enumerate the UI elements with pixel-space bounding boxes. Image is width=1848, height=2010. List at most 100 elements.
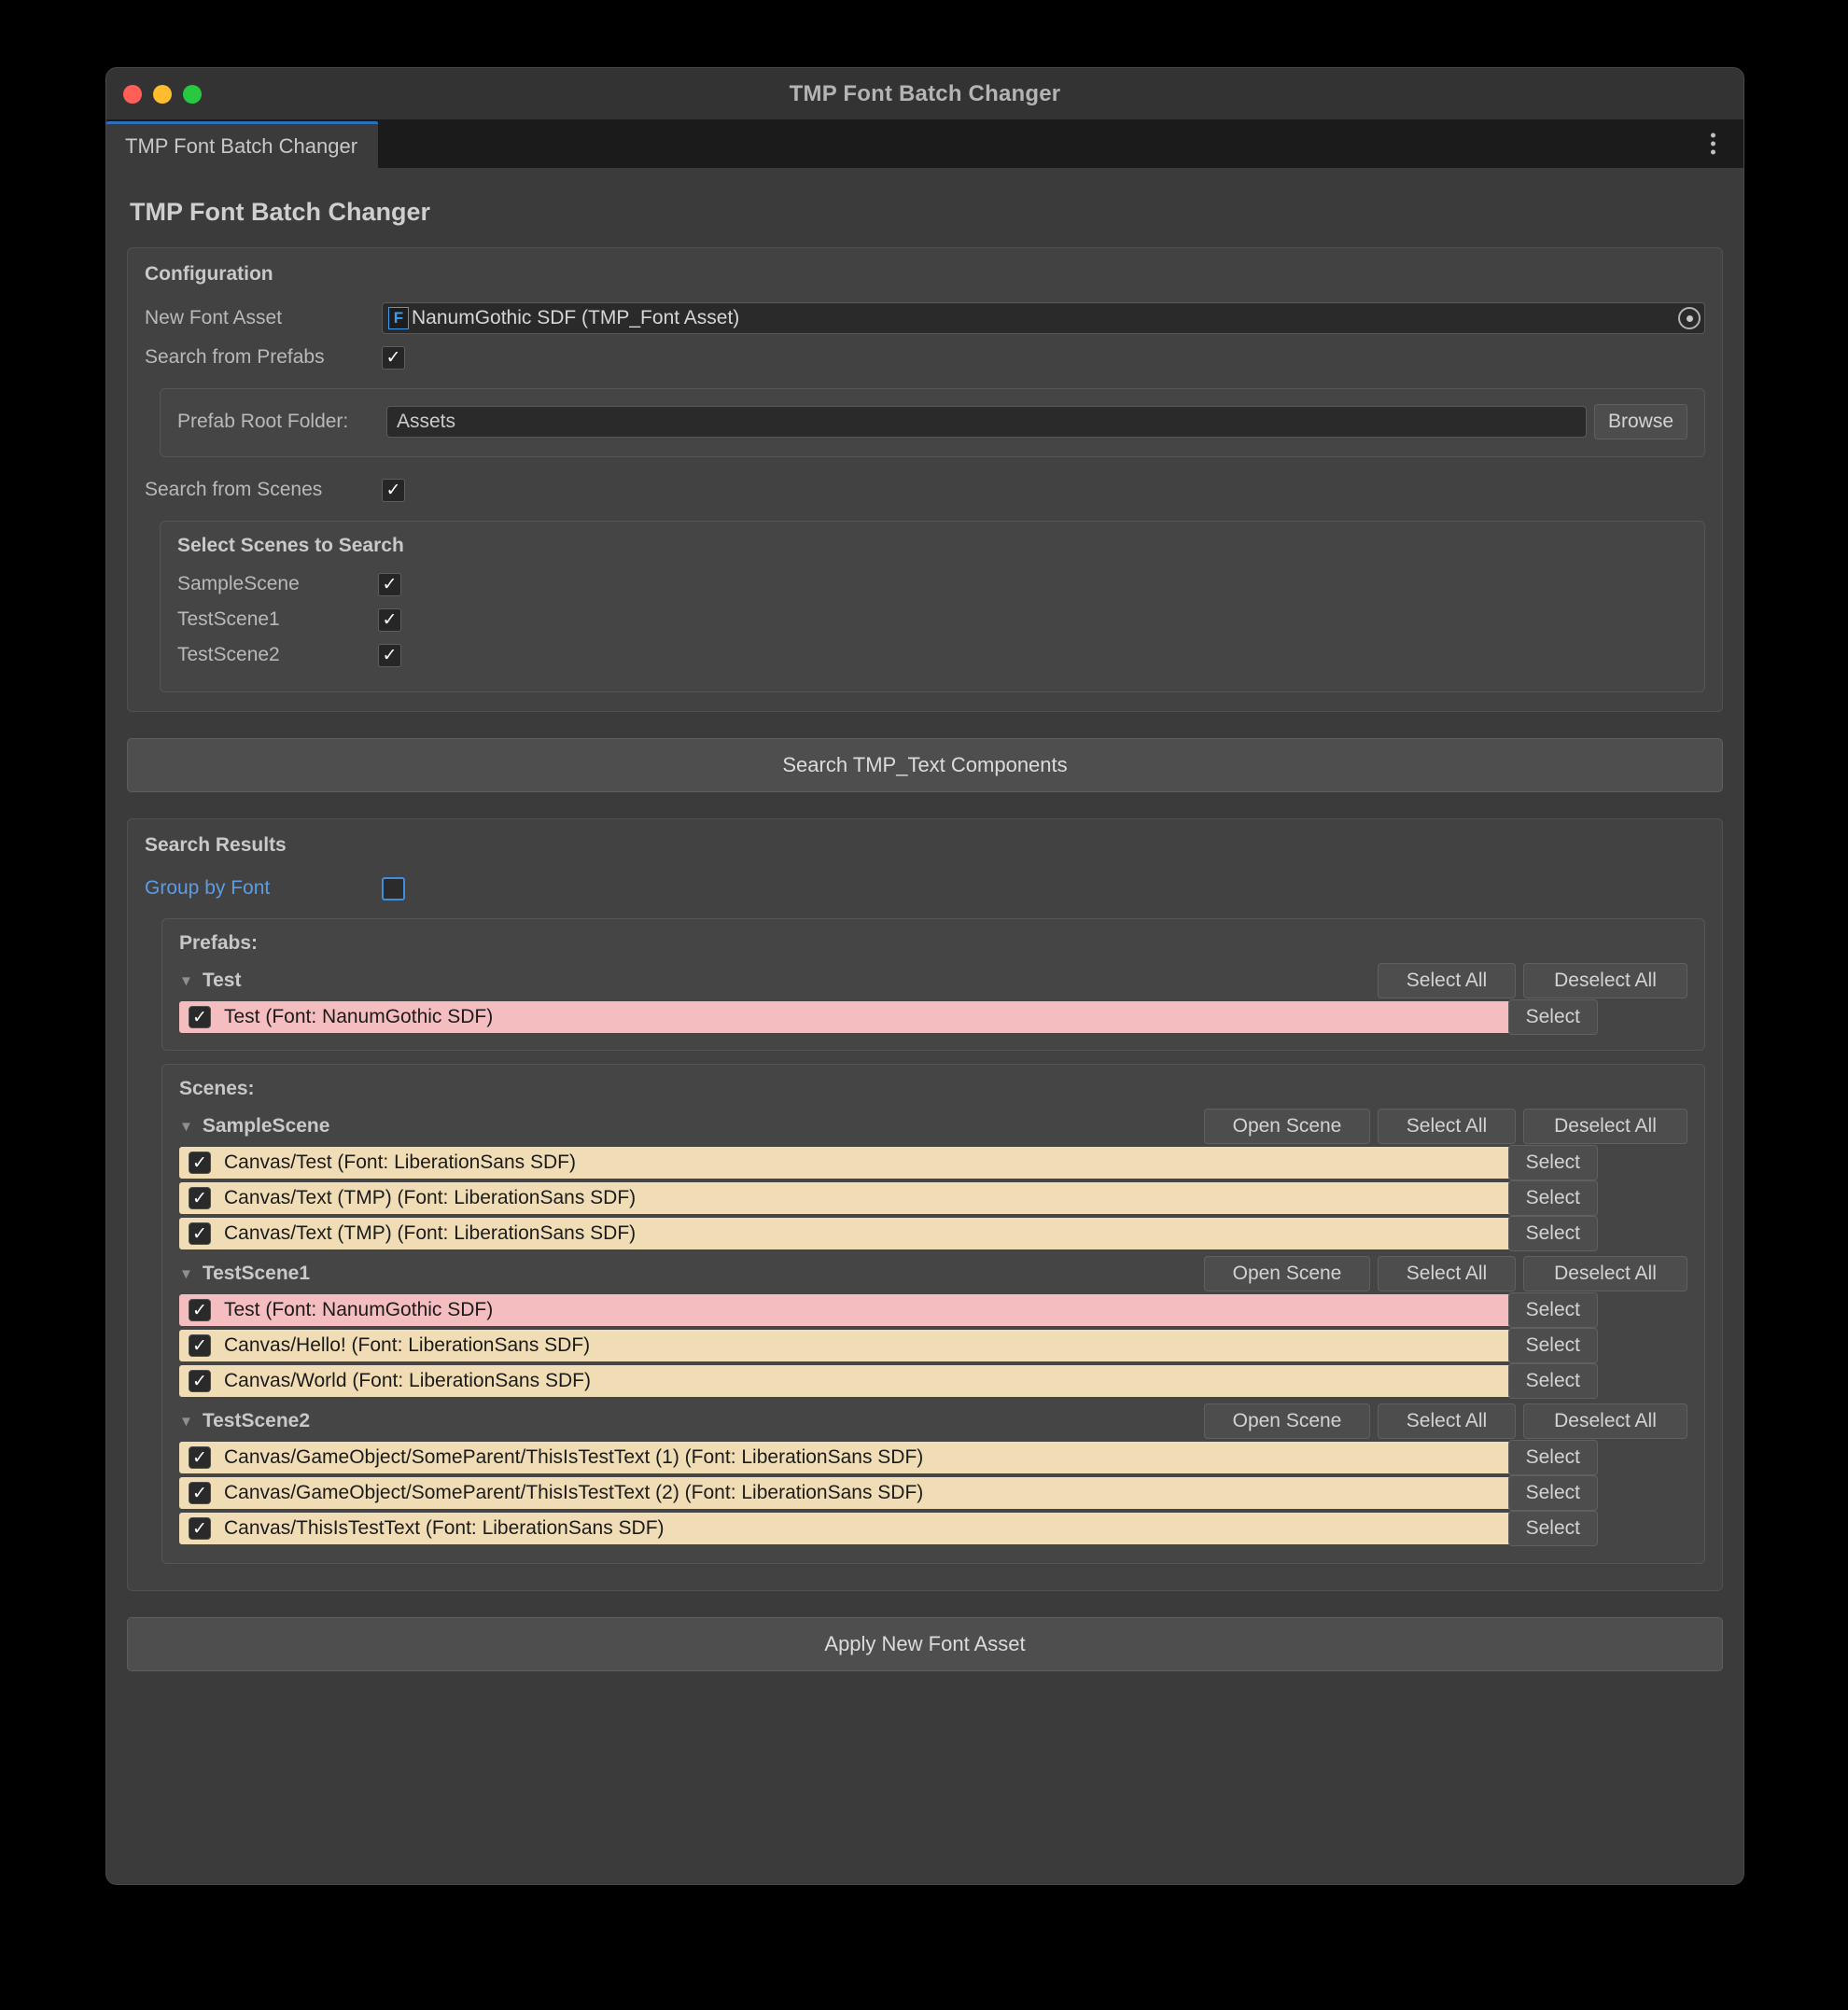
search-from-scenes-checkbox[interactable]: ✓ bbox=[382, 478, 405, 502]
row-checkbox[interactable]: ✓ bbox=[189, 1517, 211, 1540]
scene-group-name: TestScene2 bbox=[202, 1410, 311, 1431]
target-picker-icon[interactable] bbox=[1678, 307, 1701, 329]
deselect-all-button[interactable]: Deselect All bbox=[1523, 1403, 1687, 1439]
deselect-all-button[interactable]: Deselect All bbox=[1523, 963, 1687, 998]
scene-checkbox-testscene1[interactable]: ✓ bbox=[378, 607, 401, 632]
group-by-font-checkbox[interactable]: ✓ bbox=[382, 876, 405, 900]
scene-name-label: TestScene2 bbox=[177, 644, 280, 665]
search-from-prefabs-row: Search from Prefabs ✓ bbox=[145, 338, 1705, 377]
search-tmp-text-components-button[interactable]: Search TMP_Text Components bbox=[127, 738, 1723, 792]
open-scene-button[interactable]: Open Scene bbox=[1204, 1256, 1370, 1291]
scene-group-name: TestScene1 bbox=[202, 1263, 311, 1284]
search-from-prefabs-label: Search from Prefabs bbox=[145, 346, 325, 368]
group-by-font-row: Group by Font ✓ bbox=[145, 870, 1705, 907]
row-checkbox[interactable]: ✓ bbox=[189, 1006, 211, 1028]
close-button[interactable] bbox=[123, 84, 142, 104]
deselect-all-button[interactable]: Deselect All bbox=[1523, 1109, 1687, 1144]
kebab-menu-icon[interactable] bbox=[1711, 133, 1715, 155]
select-button[interactable]: Select bbox=[1507, 1292, 1598, 1328]
prefab-group-header: ▼ Test Select All Deselect All bbox=[179, 960, 1687, 1001]
table-row[interactable]: ✓ Canvas/Text (TMP) (Font: LiberationSan… bbox=[179, 1216, 1598, 1251]
select-button[interactable]: Select bbox=[1507, 999, 1598, 1035]
group-by-font-label[interactable]: Group by Font bbox=[145, 877, 382, 900]
page-title: TMP Font Batch Changer bbox=[130, 198, 431, 226]
chevron-down-icon[interactable]: ▼ bbox=[179, 1414, 193, 1430]
row-checkbox[interactable]: ✓ bbox=[189, 1222, 211, 1245]
prefab-root-folder-input[interactable] bbox=[386, 406, 1587, 438]
scene-checkbox-samplescene[interactable]: ✓ bbox=[378, 572, 401, 596]
maximize-button[interactable] bbox=[183, 84, 202, 104]
row-label: Canvas/World (Font: LiberationSans SDF) bbox=[224, 1370, 591, 1391]
table-row[interactable]: ✓ Canvas/Hello! (Font: LiberationSans SD… bbox=[179, 1328, 1598, 1363]
scene-group-buttons: Open Scene Select All Deselect All bbox=[1204, 1403, 1687, 1439]
search-from-prefabs-checkbox[interactable]: ✓ bbox=[382, 345, 405, 370]
minimize-button[interactable] bbox=[153, 84, 172, 104]
row-checkbox[interactable]: ✓ bbox=[189, 1370, 211, 1392]
search-from-scenes-row: Search from Scenes ✓ bbox=[145, 470, 1705, 509]
row-label: Canvas/ThisIsTestText (Font: LiberationS… bbox=[224, 1517, 665, 1539]
scene-select-panel: Select Scenes to Search SampleScene ✓ Te… bbox=[160, 521, 1705, 692]
configuration-title: Configuration bbox=[145, 263, 273, 285]
table-row[interactable]: ✓ Canvas/Test (Font: LiberationSans SDF)… bbox=[179, 1145, 1598, 1180]
configuration-panel: Configuration New Font Asset F NanumGoth… bbox=[127, 247, 1723, 712]
row-label: Canvas/GameObject/SomeParent/ThisIsTestT… bbox=[224, 1482, 924, 1503]
select-button[interactable]: Select bbox=[1507, 1180, 1598, 1216]
prefab-root-folder-label: Prefab Root Folder: bbox=[177, 411, 349, 432]
row-label: Canvas/Test (Font: LiberationSans SDF) bbox=[224, 1152, 576, 1173]
scene-checkbox-testscene2[interactable]: ✓ bbox=[378, 643, 401, 667]
select-button[interactable]: Select bbox=[1507, 1440, 1598, 1475]
row-checkbox[interactable]: ✓ bbox=[189, 1187, 211, 1209]
search-results-panel: Search Results Group by Font ✓ Prefabs: … bbox=[127, 818, 1723, 1591]
row-label: Test (Font: NanumGothic SDF) bbox=[224, 1006, 494, 1027]
open-scene-button[interactable]: Open Scene bbox=[1204, 1109, 1370, 1144]
traffic-light-group bbox=[123, 68, 202, 119]
select-button[interactable]: Select bbox=[1507, 1328, 1598, 1363]
select-all-button[interactable]: Select All bbox=[1378, 1256, 1516, 1291]
select-all-button[interactable]: Select All bbox=[1378, 963, 1516, 998]
new-font-asset-value: NanumGothic SDF (TMP_Font Asset) bbox=[412, 307, 740, 328]
select-button[interactable]: Select bbox=[1507, 1363, 1598, 1399]
new-font-asset-row: New Font Asset F NanumGothic SDF (TMP_Fo… bbox=[145, 299, 1705, 338]
table-row[interactable]: ✓ Canvas/GameObject/SomeParent/ThisIsTes… bbox=[179, 1440, 1598, 1475]
open-scene-button[interactable]: Open Scene bbox=[1204, 1403, 1370, 1439]
row-checkbox[interactable]: ✓ bbox=[189, 1299, 211, 1321]
chevron-down-icon[interactable]: ▼ bbox=[179, 1266, 193, 1282]
row-checkbox[interactable]: ✓ bbox=[189, 1334, 211, 1357]
row-checkbox[interactable]: ✓ bbox=[189, 1446, 211, 1469]
scene-group-name: SampleScene bbox=[202, 1115, 330, 1137]
prefab-group-buttons: Select All Deselect All bbox=[1378, 963, 1687, 998]
select-all-button[interactable]: Select All bbox=[1378, 1109, 1516, 1144]
new-font-asset-field[interactable]: F NanumGothic SDF (TMP_Font Asset) bbox=[382, 302, 1705, 334]
table-row[interactable]: ✓ Canvas/World (Font: LiberationSans SDF… bbox=[179, 1363, 1598, 1399]
scene-checkbox-row: SampleScene ✓ bbox=[177, 566, 1687, 602]
browse-button[interactable]: Browse bbox=[1593, 404, 1687, 440]
apply-new-font-asset-button[interactable]: Apply New Font Asset bbox=[127, 1617, 1723, 1671]
scene-name-label: TestScene1 bbox=[177, 608, 280, 630]
window-title: TMP Font Batch Changer bbox=[789, 80, 1061, 106]
table-row[interactable]: ✓ Test (Font: NanumGothic SDF) Select bbox=[179, 1292, 1598, 1328]
scene-group-header: ▼ TestScene2 Open Scene Select All Desel… bbox=[179, 1401, 1687, 1442]
deselect-all-button[interactable]: Deselect All bbox=[1523, 1256, 1687, 1291]
chevron-down-icon[interactable]: ▼ bbox=[179, 973, 193, 989]
table-row[interactable]: ✓ Canvas/GameObject/SomeParent/ThisIsTes… bbox=[179, 1475, 1598, 1511]
tab-tmp-font-batch-changer[interactable]: TMP Font Batch Changer bbox=[106, 121, 379, 168]
table-row[interactable]: ✓ Canvas/ThisIsTestText (Font: Liberatio… bbox=[179, 1511, 1598, 1546]
select-button[interactable]: Select bbox=[1507, 1216, 1598, 1251]
table-row[interactable]: ✓ Test (Font: NanumGothic SDF) Select bbox=[179, 999, 1598, 1035]
table-row[interactable]: ✓ Canvas/Text (TMP) (Font: LiberationSan… bbox=[179, 1180, 1598, 1216]
tab-label: TMP Font Batch Changer bbox=[125, 133, 358, 158]
prefab-root-folder-row: Prefab Root Folder: Browse bbox=[177, 402, 1687, 441]
scene-checkbox-row: TestScene1 ✓ bbox=[177, 602, 1687, 637]
select-all-button[interactable]: Select All bbox=[1378, 1403, 1516, 1439]
row-checkbox[interactable]: ✓ bbox=[189, 1152, 211, 1174]
row-checkbox[interactable]: ✓ bbox=[189, 1482, 211, 1504]
chevron-down-icon[interactable]: ▼ bbox=[179, 1119, 193, 1135]
scenes-section-label: Scenes: bbox=[179, 1078, 255, 1099]
select-button[interactable]: Select bbox=[1507, 1511, 1598, 1546]
tab-strip: TMP Font Batch Changer bbox=[106, 119, 1743, 168]
new-font-asset-label: New Font Asset bbox=[145, 307, 283, 328]
select-button[interactable]: Select bbox=[1507, 1475, 1598, 1511]
select-button[interactable]: Select bbox=[1507, 1145, 1598, 1180]
row-label: Canvas/Hello! (Font: LiberationSans SDF) bbox=[224, 1334, 591, 1356]
scene-group-buttons: Open Scene Select All Deselect All bbox=[1204, 1109, 1687, 1144]
